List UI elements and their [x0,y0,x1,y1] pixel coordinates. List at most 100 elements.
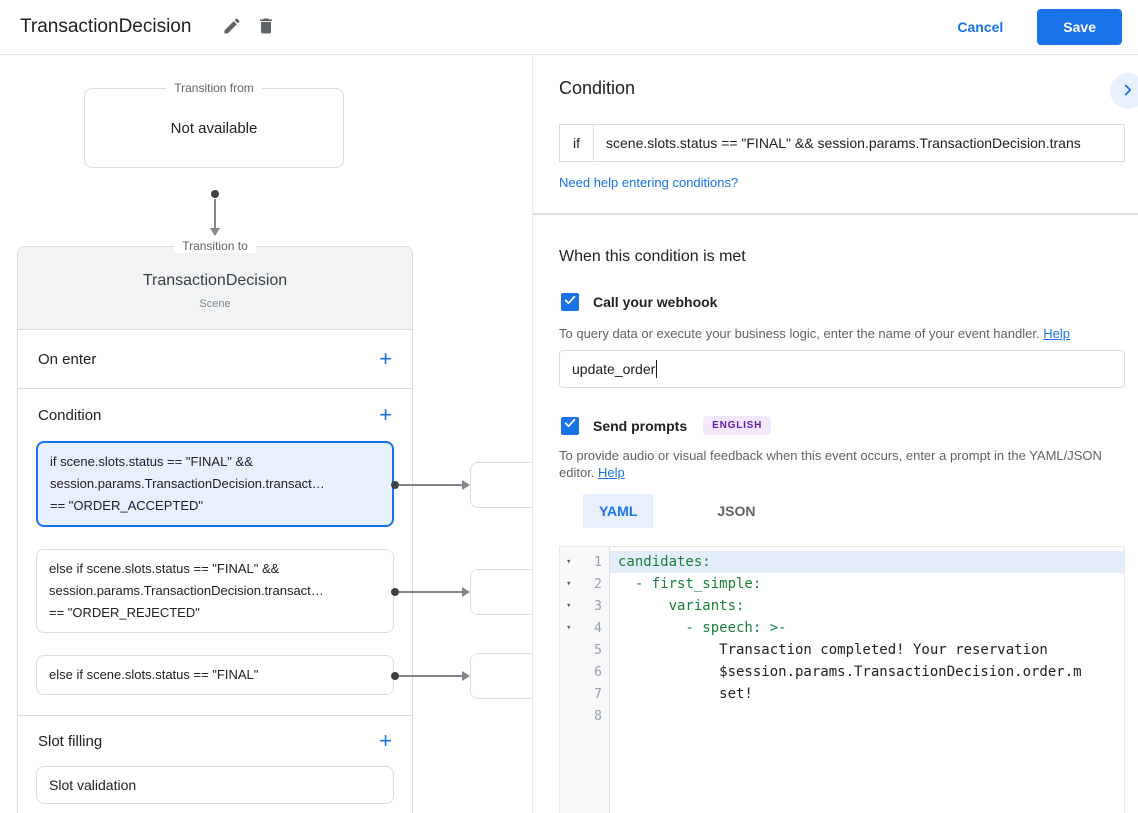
arrow-right-icon [462,480,470,490]
transition-to-box: Transition to TransactionDecision Scene … [17,239,413,813]
target-scene-stub[interactable] [470,569,531,615]
condition-line: session.params.TransactionDecision.trans… [50,476,325,491]
transition-from-label: Transition from [166,81,262,95]
line-number: 3 [594,598,602,614]
save-button[interactable]: Save [1037,9,1122,45]
transition-from-box[interactable]: Transition from Not available [84,81,344,168]
condition-line: == "ORDER_ACCEPTED" [50,498,203,513]
condition-line: else if scene.slots.status == "FINAL" && [49,561,280,576]
scene-header[interactable]: TransactionDecision Scene [18,247,412,330]
trash-icon [256,16,276,39]
slot-filling-label: Slot filling [38,732,103,750]
fold-icon[interactable]: ▾ [566,623,576,633]
flow-canvas: Transition from Not available Transition… [0,56,531,813]
condition-expression-input[interactable] [594,125,1124,161]
arrow-right-icon [462,671,470,681]
code-text: set! [618,686,753,702]
line-number: 7 [594,686,602,702]
scene-name: TransactionDecision [142,272,288,289]
slot-filling-header: Slot filling + [18,716,412,766]
arrow-down-icon [210,228,220,236]
add-condition-button[interactable]: + [379,404,392,426]
target-scene-stub[interactable] [470,462,531,508]
connector-line [399,591,462,593]
connector-dot [391,672,399,680]
gutter-cell: 8 [560,705,609,727]
arrow-right-icon [462,587,470,597]
chevron-right-icon [1119,81,1137,102]
scene-type: Scene [199,298,231,310]
connector-dot [391,481,399,489]
webhook-help-link[interactable]: Help [1043,326,1070,341]
check-icon [563,293,577,312]
send-prompts-checkbox[interactable] [561,416,579,435]
event-handler-value: update_order [572,361,656,377]
condition-met-title: When this condition is met [559,248,746,265]
condition-label: Condition [38,406,102,424]
condition-card-accepted[interactable]: if scene.slots.status == "FINAL" && sess… [36,441,394,527]
condition-section: Condition + if scene.slots.status == "FI… [18,389,412,716]
fold-icon[interactable]: ▾ [566,557,576,567]
cancel-button[interactable]: Cancel [957,19,1003,35]
if-prefix: if [560,125,594,161]
webhook-row: Call your webhook [561,293,717,311]
target-scene-stub[interactable] [470,653,531,699]
condition-detail-panel: Condition if Need help entering conditio… [532,56,1138,813]
line-number: 8 [594,708,602,724]
yaml-editor[interactable]: ▾ 1 ▾ 2 ▾ 3 ▾ 4 5 6 7 8 candidates: - fi… [559,546,1125,813]
slot-filling-section: Slot filling + Slot validation [18,716,412,804]
line-number: 4 [594,620,602,636]
call-webhook-checkbox[interactable] [561,293,579,311]
pencil-icon [222,16,242,39]
condition-expression-group: if [559,124,1125,162]
check-icon [563,416,577,435]
delete-scene-button[interactable] [249,10,283,44]
gutter-cell: ▾ 2 [560,573,609,595]
code-line[interactable]: - speech: >- [610,617,1124,639]
fold-icon[interactable]: ▾ [566,601,576,611]
conditions-help-link[interactable]: Need help entering conditions? [559,175,738,190]
page-title: TransactionDecision [20,16,192,37]
webhook-helper: To query data or execute your business l… [559,325,1129,342]
fold-icon[interactable]: ▾ [566,579,576,589]
code-text: variants: [618,598,745,614]
prompts-help-link[interactable]: Help [598,465,625,480]
editor-format-tab[interactable]: JSON [701,494,771,528]
code-text: - speech: >- [618,620,787,636]
condition-section-header: Condition + [18,389,412,441]
edit-title-button[interactable] [215,10,249,44]
gutter-cell: 5 [560,639,609,661]
code-line[interactable]: candidates: [610,551,1124,573]
transition-to-label: Transition to [174,239,256,253]
code-line[interactable]: variants: [610,595,1124,617]
code-text: candidates: [618,554,711,570]
code-text: $session.params.TransactionDecision.orde… [618,664,1082,680]
send-prompts-label: Send prompts [593,417,688,434]
condition-line: if scene.slots.status == "FINAL" && [50,454,253,469]
code-line[interactable]: set! [610,683,1124,705]
condition-line: session.params.TransactionDecision.trans… [49,583,324,598]
code-line[interactable]: - first_simple: [610,573,1124,595]
code-line[interactable]: $session.params.TransactionDecision.orde… [610,661,1124,683]
prompts-helper-text: To provide audio or visual feedback when… [559,448,1102,480]
editor-format-tab[interactable]: YAML [583,494,654,528]
connector-line [399,484,462,486]
code-line[interactable]: Transaction completed! Your reservation [610,639,1124,661]
connector-line [214,199,216,229]
code-line[interactable] [610,705,1124,727]
event-handler-input[interactable]: update_order [559,350,1125,388]
line-number: 5 [594,642,602,658]
topbar: TransactionDecision Cancel Save [0,0,1138,55]
gutter-cell: 7 [560,683,609,705]
panel-title: Condition [559,78,636,98]
connector-line [399,675,462,677]
section-divider [533,213,1138,215]
slot-validation-card[interactable]: Slot validation [36,766,394,804]
call-webhook-label: Call your webhook [593,294,718,310]
add-slot-button[interactable]: + [379,730,392,752]
code-text: Transaction completed! Your reservation [618,642,1048,658]
add-on-enter-button[interactable]: + [379,348,392,370]
collapse-panel-button[interactable] [1110,73,1138,109]
condition-card-rejected[interactable]: else if scene.slots.status == "FINAL" &&… [36,549,394,633]
condition-card-final[interactable]: else if scene.slots.status == "FINAL" [36,655,394,695]
